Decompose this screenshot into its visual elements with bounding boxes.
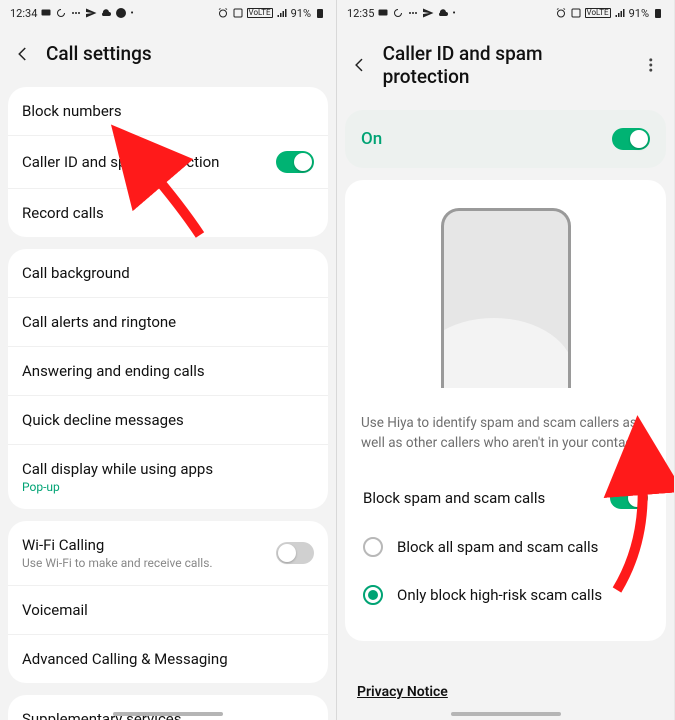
phone-left-call-settings: 12:34 • VoLTE 91% Call settings Block nu… (0, 0, 337, 720)
row-caller-id-spam[interactable]: Caller ID and spam protection (8, 136, 328, 189)
row-answering-ending[interactable]: Answering and ending calls (8, 347, 328, 396)
option-label: Block all spam and scam calls (397, 538, 598, 556)
radio-icon[interactable] (363, 537, 383, 557)
hero-description: Use Hiya to identify spam and scam calle… (361, 414, 650, 453)
row-label: Caller ID and spam protection (22, 153, 219, 171)
status-right: VoLTE 91% (217, 7, 326, 20)
row-block-spam-calls[interactable]: Block spam and scam calls (361, 473, 650, 523)
status-left: 12:35 • (347, 7, 456, 20)
row-label: Wi-Fi Calling (22, 536, 276, 554)
clock: 12:35 (347, 7, 374, 20)
battery-icon (314, 7, 326, 19)
volte-badge: VoLTE (247, 8, 273, 18)
wifi-calling-toggle[interactable] (276, 542, 314, 564)
option-block-all[interactable]: Block all spam and scam calls (361, 523, 650, 571)
cycle-icon (55, 7, 67, 19)
row-sublabel: Use Wi-Fi to make and receive calls. (22, 556, 276, 570)
row-label: Advanced Calling & Messaging (22, 650, 228, 668)
alarm-icon (217, 7, 229, 19)
signal-icon (276, 7, 288, 19)
alarm-icon (555, 7, 567, 19)
group-call-options: Call background Call alerts and ringtone… (8, 249, 328, 509)
master-label: On (361, 129, 612, 149)
volte-badge: VoLTE (585, 8, 611, 18)
battery-pct: 91% (291, 7, 311, 20)
row-supplementary[interactable]: Supplementary services (8, 695, 328, 720)
more-dot: • (452, 8, 455, 19)
master-toggle[interactable] (612, 128, 650, 150)
master-switch-row[interactable]: On (345, 110, 666, 168)
page-title: Caller ID and spam protection (383, 42, 629, 88)
header: Call settings (0, 26, 336, 87)
facebook-icon (115, 7, 127, 19)
nfc-icon (570, 7, 582, 19)
row-label: Voicemail (22, 601, 88, 619)
row-label: Block numbers (22, 102, 122, 120)
option-block-highrisk[interactable]: Only block high-risk scam calls (361, 571, 650, 619)
row-label: Call display while using apps (22, 460, 314, 478)
home-indicator[interactable] (451, 712, 561, 716)
status-right: VoLTE 91% (555, 7, 664, 20)
dots-icon (70, 7, 82, 19)
row-label: Quick decline messages (22, 411, 184, 429)
row-wifi-calling[interactable]: Wi-Fi Calling Use Wi-Fi to make and rece… (8, 521, 328, 586)
option-label: Only block high-risk scam calls (397, 586, 602, 604)
battery-icon (652, 7, 664, 19)
send-icon (422, 7, 434, 19)
cloud-icon (100, 7, 112, 19)
row-label: Block spam and scam calls (363, 489, 545, 507)
cloud-icon (437, 7, 449, 19)
nfc-icon (232, 7, 244, 19)
more-dot: • (130, 8, 133, 19)
back-icon[interactable] (14, 45, 32, 63)
caller-id-toggle[interactable] (276, 151, 314, 173)
phone-illustration (441, 208, 571, 388)
row-label: Record calls (22, 204, 104, 222)
header: Caller ID and spam protection (337, 26, 674, 110)
page-title: Call settings (46, 42, 152, 65)
radio-icon[interactable] (363, 585, 383, 605)
row-label: Call alerts and ringtone (22, 313, 176, 331)
status-left: 12:34 • (10, 7, 134, 20)
group-network: Wi-Fi Calling Use Wi-Fi to make and rece… (8, 521, 328, 683)
hero-card: Use Hiya to identify spam and scam calle… (345, 180, 666, 641)
signal-icon (614, 7, 626, 19)
statusbar: 12:34 • VoLTE 91% (0, 0, 336, 26)
dots-icon (407, 7, 419, 19)
clock: 12:34 (10, 7, 37, 20)
block-spam-toggle[interactable] (610, 487, 648, 509)
row-record-calls[interactable]: Record calls (8, 189, 328, 237)
send-icon (85, 7, 97, 19)
row-sublabel: Pop-up (22, 480, 314, 494)
row-call-alerts[interactable]: Call alerts and ringtone (8, 298, 328, 347)
row-quick-decline[interactable]: Quick decline messages (8, 396, 328, 445)
message-icon (40, 7, 52, 19)
battery-pct: 91% (629, 7, 649, 20)
row-voicemail[interactable]: Voicemail (8, 586, 328, 635)
row-label: Call background (22, 264, 130, 282)
back-icon[interactable] (351, 56, 369, 74)
message-icon (377, 7, 389, 19)
cycle-icon (392, 7, 404, 19)
row-call-background[interactable]: Call background (8, 249, 328, 298)
group-block-id: Block numbers Caller ID and spam protect… (8, 87, 328, 237)
row-label: Answering and ending calls (22, 362, 205, 380)
row-call-display[interactable]: Call display while using apps Pop-up (8, 445, 328, 509)
row-block-numbers[interactable]: Block numbers (8, 87, 328, 136)
group-supplementary: Supplementary services (8, 695, 328, 720)
row-advanced-calling[interactable]: Advanced Calling & Messaging (8, 635, 328, 683)
phone-right-caller-id: 12:35 • VoLTE 91% Caller ID and spam pro… (337, 0, 674, 720)
statusbar: 12:35 • VoLTE 91% (337, 0, 674, 26)
more-icon[interactable] (642, 56, 660, 74)
privacy-notice-link[interactable]: Privacy Notice (357, 684, 448, 700)
home-indicator[interactable] (113, 712, 223, 716)
